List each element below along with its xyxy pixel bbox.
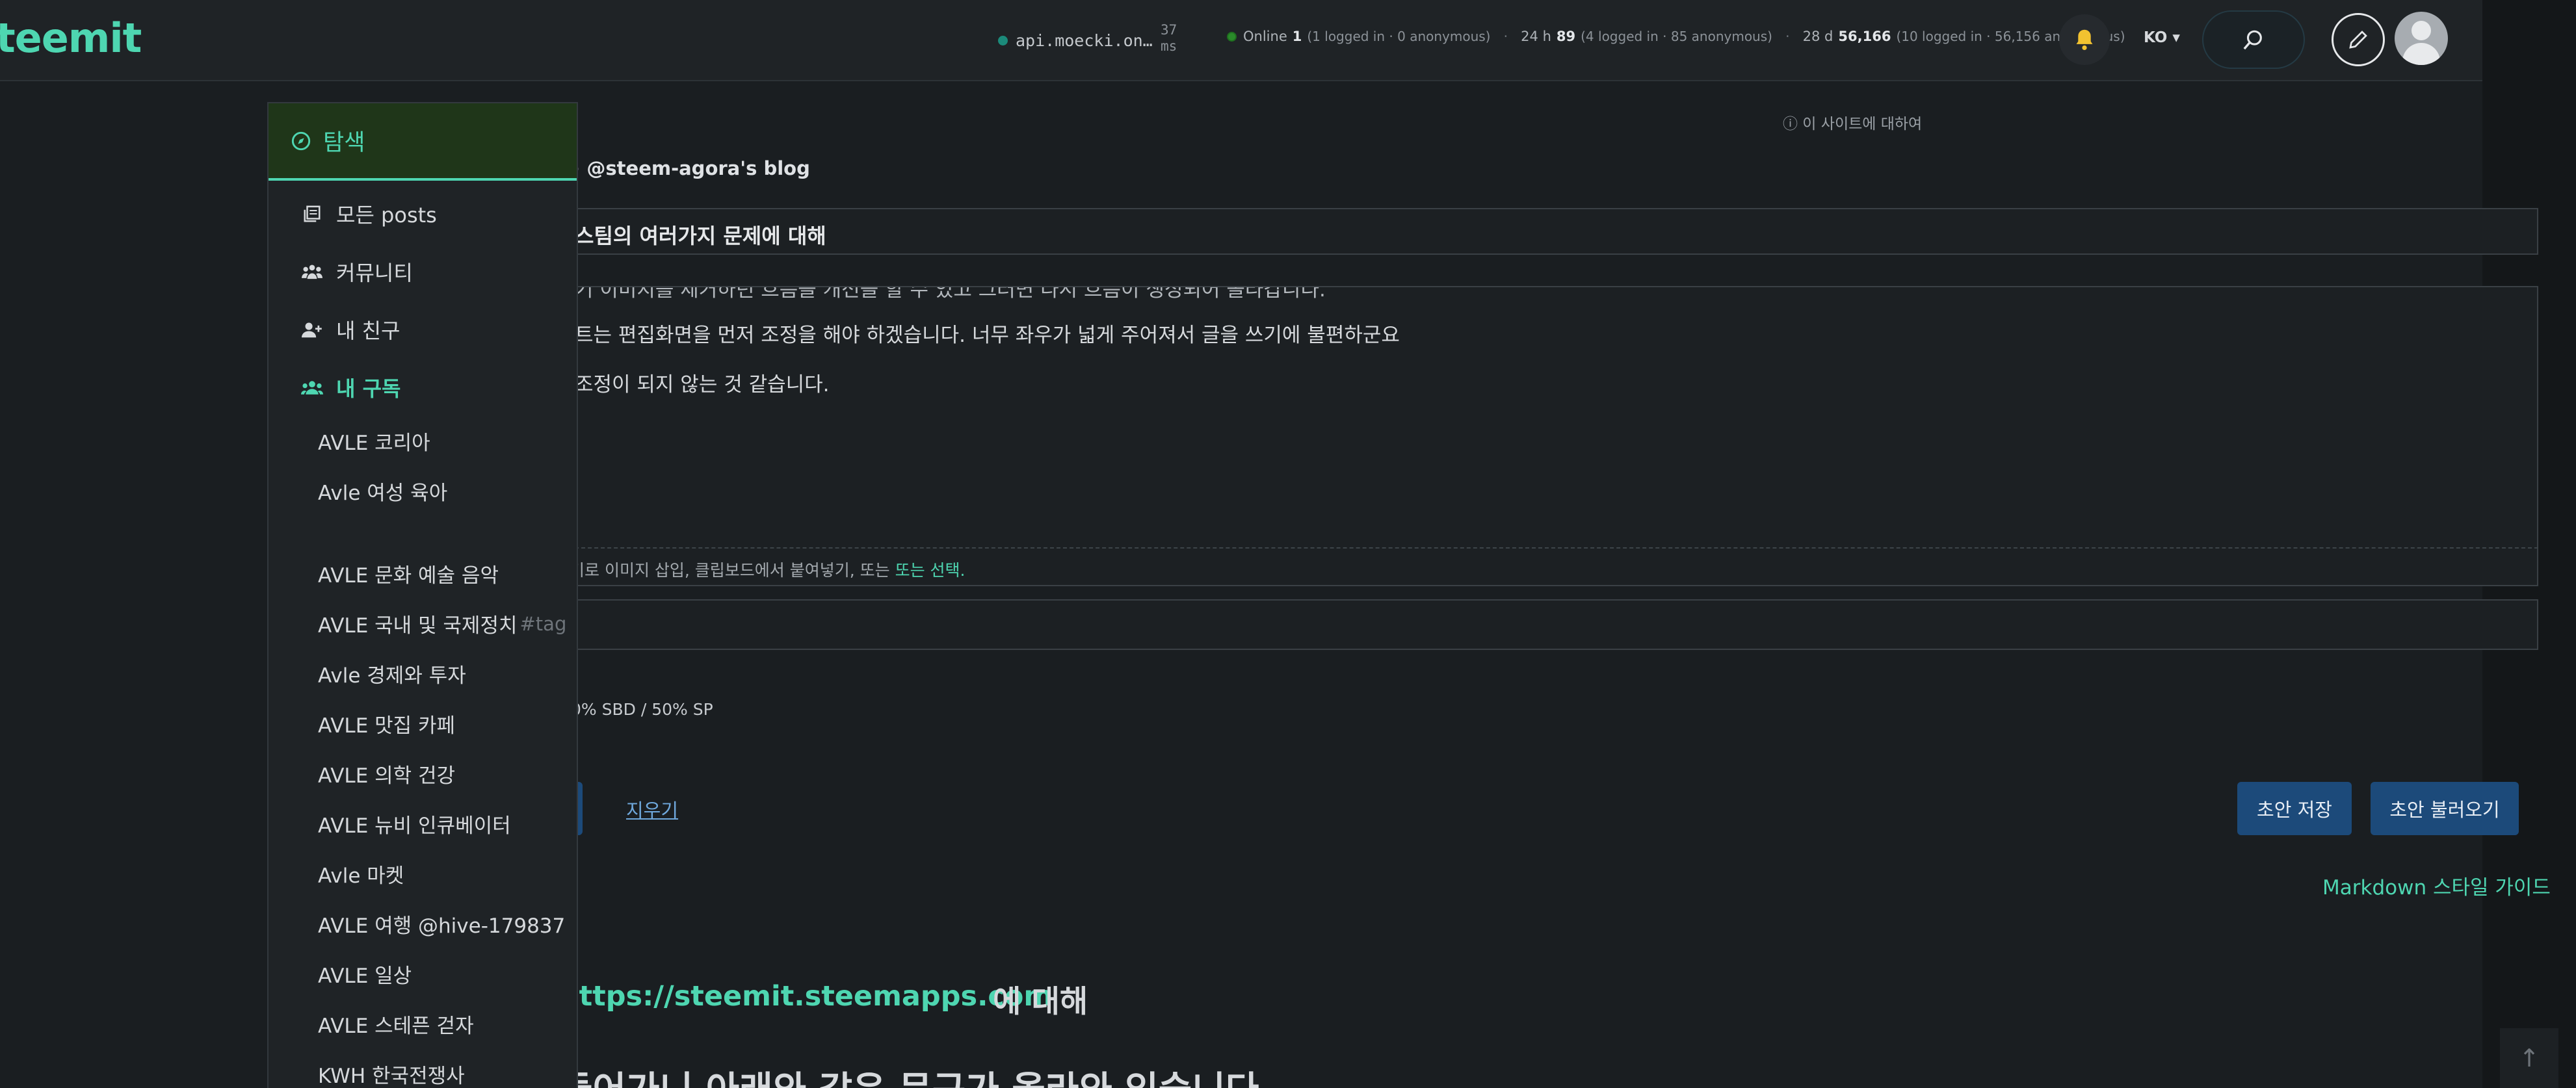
blog-link[interactable]: ⊳ @steem-agora's blog	[564, 157, 810, 179]
sidebar-menu: 탐색 모든 posts 커뮤니티 내 친구 내 구독 AVLE 코리아 Avle…	[267, 102, 578, 1088]
preview-heading: 들어가니 아래와 같은 문구가 올라와 있습니다	[559, 1061, 1259, 1088]
sidebar-item-friends[interactable]: 내 친구	[269, 300, 577, 358]
language-selector[interactable]: KO ▾	[2144, 29, 2180, 46]
month-label: 28 d	[1802, 29, 1833, 44]
subscription-item[interactable]: Avle 경제와 투자	[269, 649, 577, 699]
online-dot	[1227, 31, 1237, 42]
load-draft-button[interactable]: 초안 불러오기	[2371, 782, 2519, 835]
subscription-item[interactable]: AVLE 맛집 카페	[269, 699, 577, 749]
preview-about-text: 에 대해	[993, 984, 1088, 1020]
body-line: 조정이 되지 않는 것 같습니다.	[575, 373, 830, 396]
subscription-item[interactable]: KWH 한국전쟁사	[269, 1049, 577, 1088]
select-image-link[interactable]: 또는 선택.	[895, 561, 966, 580]
search-icon	[2243, 30, 2262, 50]
payout-setting[interactable]: 0% SBD / 50% SP	[571, 700, 713, 719]
bell-icon	[2076, 29, 2093, 51]
subscription-item[interactable]: AVLE 여행 @hive-179837	[269, 899, 577, 949]
sidebar-item-label: 모든 posts	[336, 202, 437, 227]
search-button[interactable]	[2202, 10, 2305, 69]
subscription-item[interactable]: Avle 마켓	[269, 849, 577, 899]
subscription-item[interactable]: Avle 여성 육아	[269, 466, 577, 516]
api-host: api.moecki.on…	[1016, 31, 1153, 50]
subscription-item[interactable]: AVLE 의학 건강	[269, 749, 577, 799]
preview-link[interactable]: https://steemit.steemapps.com	[559, 980, 1053, 1013]
online-label: Online	[1243, 29, 1287, 44]
sidebar-item-communities[interactable]: 커뮤니티	[269, 242, 577, 300]
dropzone-text: 기로 이미지 삽입, 클립보드에서 붙여넣기, 또는	[570, 561, 890, 580]
online-count: 1	[1292, 29, 1302, 44]
sidebar-item-label: 내 구독	[336, 376, 401, 401]
about-site-link[interactable]: ⓘ 이 사이트에 대하여	[1783, 111, 1922, 133]
image-dropzone[interactable]: 기로 이미지 삽입, 클립보드에서 붙여넣기, 또는 또는 선택.	[562, 547, 2538, 586]
subscription-item[interactable]: AVLE 문화 예술 음악	[269, 549, 577, 599]
post-title-input[interactable]: 스팀의 여러가지 문제에 대해	[562, 208, 2538, 255]
compass-icon	[291, 131, 311, 150]
tags-input[interactable]	[562, 599, 2538, 650]
clear-link[interactable]: 지우기	[626, 796, 678, 823]
sidebar-explore-label: 탐색	[323, 130, 365, 156]
subscription-label: AVLE 국내 및 국제정치	[318, 614, 518, 638]
sidebar-item-label: 커뮤니티	[336, 260, 413, 285]
subscription-item[interactable]: AVLE 스테픈 걷자	[269, 999, 577, 1049]
subscription-item[interactable]: AVLE 뉴비 인큐베이터	[269, 799, 577, 849]
month-count: 56,166	[1838, 29, 1891, 44]
subscriptions-icon	[301, 376, 323, 398]
day-detail: (4 logged in · 85 anonymous)	[1581, 29, 1772, 44]
subscription-item[interactable]: AVLE 일상	[269, 949, 577, 999]
pencil-icon	[2349, 31, 2367, 49]
day-count: 89	[1556, 29, 1576, 44]
notifications-button[interactable]	[2059, 14, 2110, 65]
steemit-logo[interactable]: teemit	[0, 14, 142, 62]
sidebar-item-subscriptions[interactable]: 내 구독	[269, 358, 577, 416]
save-draft-button[interactable]: 초안 저장	[2237, 782, 2352, 835]
subscription-item[interactable]: AVLE 국내 및 국제정치 #tag	[269, 599, 577, 649]
markdown-guide-link[interactable]: Markdown 스타일 가이드	[2322, 871, 2551, 900]
visitor-stats: Online 1 (1 logged in · 0 anonymous) · 2…	[1227, 29, 2125, 44]
subscription-item[interactable]: AVLE 코리아	[269, 416, 577, 466]
sidebar-item-all-posts[interactable]: 모든 posts	[269, 185, 577, 242]
community-icon	[301, 261, 323, 283]
posts-icon	[301, 203, 323, 225]
body-line: 기 이미지를 제거하던 흐름을 개선을 할 수 있고 그러면 다시 흐름이 생성…	[575, 286, 1326, 302]
scroll-to-top-button[interactable]: ↑	[2500, 1028, 2558, 1088]
api-node-status: api.moecki.on…	[998, 26, 1153, 55]
api-latency: 37 ms	[1161, 22, 1177, 54]
sidebar-item-explore[interactable]: 탐색	[269, 103, 577, 181]
day-label: 24 h	[1521, 29, 1551, 44]
friends-icon	[301, 318, 323, 341]
body-line: 트는 편집화면을 먼저 조정을 해야 하겠습니다. 너무 좌우가 넓게 주어져서…	[575, 324, 1400, 347]
online-detail: (1 logged in · 0 anonymous)	[1307, 29, 1491, 44]
tag-placeholder: #tag	[519, 612, 567, 635]
post-body-textarea[interactable]: 기 이미지를 제거하던 흐름을 개선을 할 수 있고 그러면 다시 흐름이 생성…	[562, 286, 2538, 586]
new-post-button[interactable]	[2332, 13, 2385, 66]
api-status-dot	[998, 35, 1008, 45]
top-navbar: teemit api.moecki.on… 37 ms Online 1 (1 …	[0, 0, 2482, 81]
user-avatar[interactable]	[2395, 12, 2448, 65]
sidebar-item-label: 내 친구	[336, 318, 401, 343]
